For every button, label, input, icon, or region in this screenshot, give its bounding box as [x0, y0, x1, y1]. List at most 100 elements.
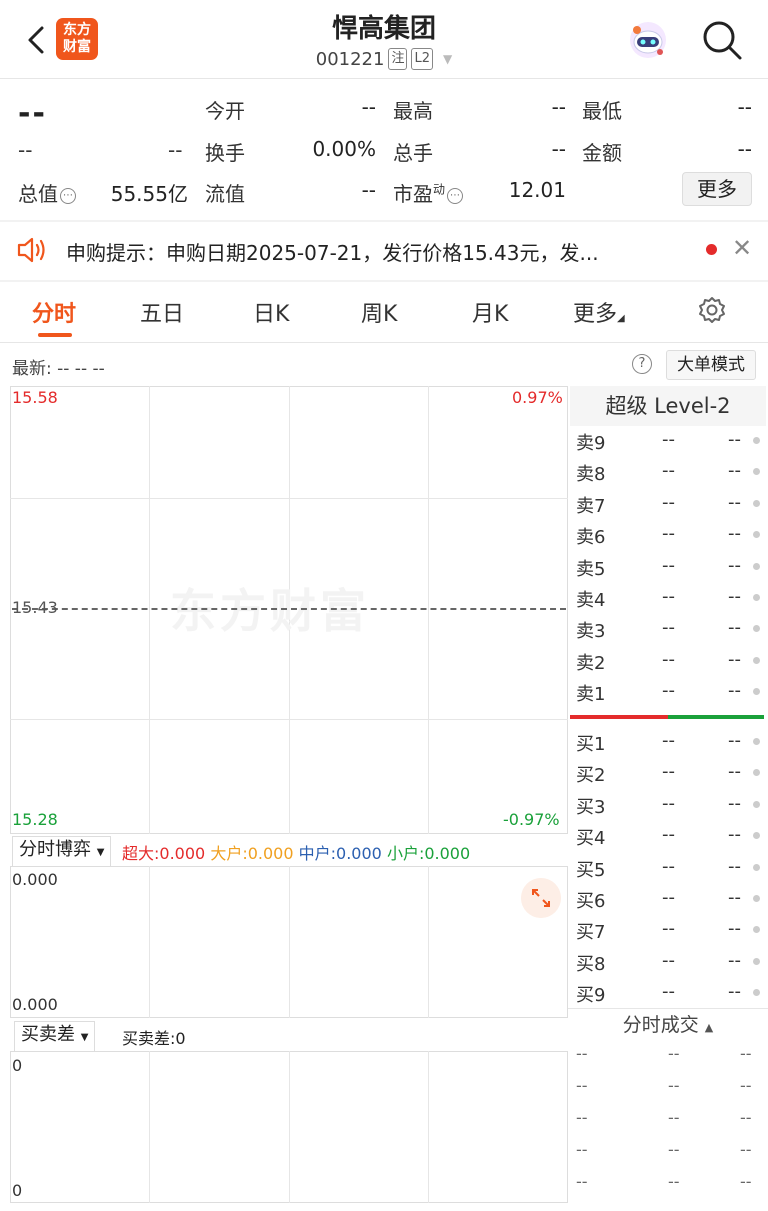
level-price: --: [662, 491, 675, 513]
high-label: 最高: [393, 99, 433, 123]
level2-title[interactable]: 超级 Level-2: [570, 386, 766, 426]
level-volume: --: [728, 680, 741, 702]
game-y-bottom: 0.000: [12, 995, 58, 1014]
tab-monthly-k[interactable]: 月K: [472, 296, 508, 328]
level-dot: [753, 738, 760, 745]
tab-intraday[interactable]: 分时: [32, 296, 76, 328]
tab-daily-k[interactable]: 日K: [253, 296, 289, 328]
level-label: 卖6: [576, 527, 606, 549]
game-panel-legend: 超大:0.000 大户:0.000 中户:0.000 小户:0.000: [122, 840, 470, 864]
trade-price: --: [668, 1076, 680, 1095]
trades-title[interactable]: 分时成交 ▲: [570, 1010, 766, 1037]
sell-buy-split-green: [668, 715, 764, 719]
level-label: 卖2: [576, 652, 606, 674]
high-value: --: [551, 95, 566, 119]
turnover-value: 0.00%: [312, 137, 376, 161]
game-panel-selector[interactable]: 分时博弈 ▼: [12, 836, 112, 867]
level-price: --: [662, 981, 675, 1003]
divider: [0, 280, 768, 282]
level-label: 买8: [576, 953, 606, 975]
level-dot: [753, 562, 760, 570]
level-label: 卖8: [576, 464, 606, 486]
change-value: --: [18, 138, 33, 162]
level-volume: --: [728, 949, 741, 971]
level-dot: [753, 800, 760, 808]
expand-icon[interactable]: [521, 878, 561, 918]
diff-y-bottom: 0: [12, 1181, 23, 1200]
level-price: --: [662, 824, 675, 846]
level-label: 买6: [576, 891, 606, 912]
level-volume: --: [728, 792, 741, 814]
close-icon[interactable]: ✕: [732, 234, 752, 262]
sell-buy-split-red: [570, 715, 668, 719]
level-label: 买9: [576, 985, 606, 1007]
trade-volume: --: [740, 1108, 752, 1127]
level-label: 买7: [576, 922, 606, 944]
level-dot: [753, 895, 760, 902]
level-volume: --: [728, 491, 741, 513]
level-volume: --: [728, 554, 741, 576]
level-volume: --: [728, 918, 741, 940]
level-label: 买2: [576, 765, 606, 787]
level-label: 买4: [576, 828, 606, 850]
volume-label: 总手: [393, 141, 433, 165]
search-icon[interactable]: [700, 18, 744, 62]
turnover-label: 换手: [205, 141, 245, 165]
low-value: --: [737, 95, 752, 119]
level-price: --: [662, 761, 675, 783]
help-icon[interactable]: ?: [632, 354, 652, 374]
info-icon: ⋯: [60, 187, 76, 204]
low-label: 最低: [582, 99, 622, 123]
level-price: --: [662, 429, 675, 450]
dropdown-triangle-icon: ▼: [80, 1032, 89, 1043]
level-volume: --: [728, 617, 741, 639]
level-volume: --: [728, 855, 741, 877]
open-value: --: [361, 95, 376, 119]
level-volume: --: [728, 523, 741, 545]
tab-more[interactable]: 更多◢: [573, 296, 625, 328]
grid-line: [10, 498, 568, 499]
chart-mid-price: 15.43: [12, 598, 58, 617]
big-order-mode-button[interactable]: 大单模式: [666, 350, 756, 380]
gear-icon[interactable]: [698, 296, 726, 324]
grid-line: [149, 866, 150, 1018]
grid-line: [428, 1051, 429, 1203]
super-label: 超大:: [122, 844, 160, 863]
grid-line: [10, 719, 568, 720]
current-price: --: [18, 96, 47, 131]
level-dot: [753, 989, 760, 997]
trade-volume: --: [740, 1172, 752, 1191]
level-price: --: [662, 730, 675, 751]
level-label: 买1: [576, 734, 606, 755]
market-cap-label[interactable]: 总值 ⋯: [18, 178, 76, 207]
speaker-icon: [17, 237, 45, 263]
pe-label[interactable]: 市盈动 ⋯: [393, 178, 464, 207]
diff-panel-selector[interactable]: 买卖差 ▼: [14, 1021, 96, 1052]
dropdown-triangle-icon: ▼: [96, 847, 105, 858]
level-dot: [753, 688, 760, 696]
trade-time: --: [576, 1108, 588, 1127]
tab-weekly-k[interactable]: 周K: [361, 296, 397, 328]
level-label: 卖3: [576, 621, 606, 643]
small-value: 0.000: [424, 844, 471, 863]
level-price: --: [662, 887, 675, 908]
level-dot: [753, 926, 760, 934]
chart-top-price: 15.58: [12, 388, 58, 407]
latest-readout: 最新: -- -- --: [12, 359, 105, 379]
ipo-notice-text[interactable]: 申购提示：申购日期2025-07-21，发行价格15.43元，发...: [66, 237, 599, 266]
trade-volume: --: [740, 1076, 752, 1095]
more-quote-button[interactable]: 更多: [682, 172, 752, 206]
sort-up-icon: ▲: [704, 1021, 714, 1034]
pe-value: 12.01: [508, 178, 566, 202]
grid-line: [289, 866, 290, 1018]
tab-five-day[interactable]: 五日: [140, 296, 184, 328]
unread-dot: [706, 244, 717, 255]
stock-code: 001221: [315, 48, 385, 70]
registration-tag: 注: [388, 48, 408, 70]
small-label: 小户:: [386, 844, 425, 863]
float-cap-value: --: [361, 178, 376, 202]
level-dot: [753, 625, 760, 633]
grid-line: [428, 866, 429, 1018]
trade-price: --: [668, 1044, 680, 1063]
assistant-robot-icon[interactable]: [626, 18, 670, 62]
